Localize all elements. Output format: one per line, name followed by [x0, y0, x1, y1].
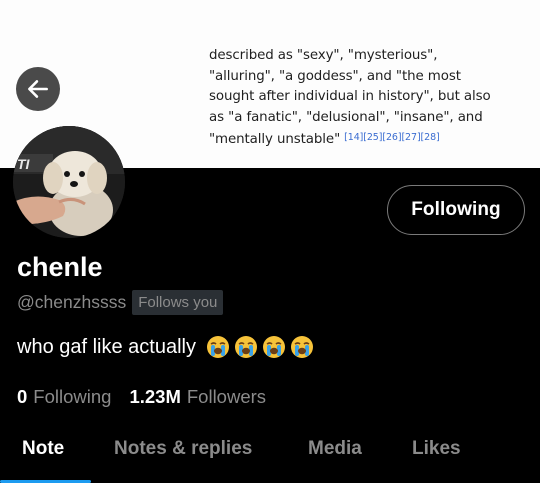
following-label: Following: [33, 386, 112, 407]
followers-count: 1.23M: [129, 386, 181, 407]
handle-row: @chenzhssss Follows you: [17, 288, 224, 316]
avatar-photo-dog: TI: [13, 126, 125, 238]
following-stat[interactable]: 0 Following: [17, 386, 111, 408]
follow-stats: 0 Following 1.23M Followers: [17, 386, 266, 408]
avatar[interactable]: TI: [13, 126, 125, 238]
bio-emojis: [202, 335, 314, 359]
crying-face-icon: [206, 336, 229, 358]
banner-line: described as "sexy", "mysterious",: [209, 48, 438, 63]
banner-quote-text: described as "sexy", "mysterious", "allu…: [209, 46, 519, 151]
followers-label: Followers: [186, 386, 267, 407]
banner-line-last: "mentally unstable" [14][25][26][27][28]: [209, 128, 519, 151]
crying-face-icon: [262, 336, 285, 358]
following-button[interactable]: Following: [387, 185, 525, 235]
crying-face-icon: [290, 336, 313, 358]
arrow-left-icon: [28, 80, 48, 98]
avatar-overlay-text: TI: [17, 156, 31, 172]
banner-line: sought after individual in history", but…: [209, 89, 491, 104]
banner-line: "mentally unstable": [209, 132, 341, 147]
follows-you-badge: Follows you: [132, 289, 224, 315]
display-name: chenle: [17, 252, 103, 282]
profile-tabs: Note Notes & replies Media Likes: [0, 430, 540, 483]
bio: who gaf like actually: [17, 335, 314, 359]
bio-text: who gaf like actually: [17, 335, 196, 358]
tab-notes-and-replies[interactable]: Notes & replies: [114, 438, 252, 460]
username-handle: @chenzhssss: [17, 291, 127, 312]
followers-stat[interactable]: 1.23M Followers: [129, 386, 266, 408]
tab-media[interactable]: Media: [308, 438, 362, 460]
tab-note[interactable]: Note: [22, 438, 64, 460]
crying-face-icon: [234, 336, 257, 358]
banner-line: "alluring", "a goddess", and "the most: [209, 68, 461, 84]
tab-likes[interactable]: Likes: [412, 438, 461, 460]
back-button[interactable]: [16, 67, 60, 111]
banner-line: as "a fanatic", "delusional", "insane", …: [209, 109, 483, 125]
citation-refs: [14][25][26][27][28]: [344, 132, 440, 143]
following-count: 0: [17, 386, 28, 407]
